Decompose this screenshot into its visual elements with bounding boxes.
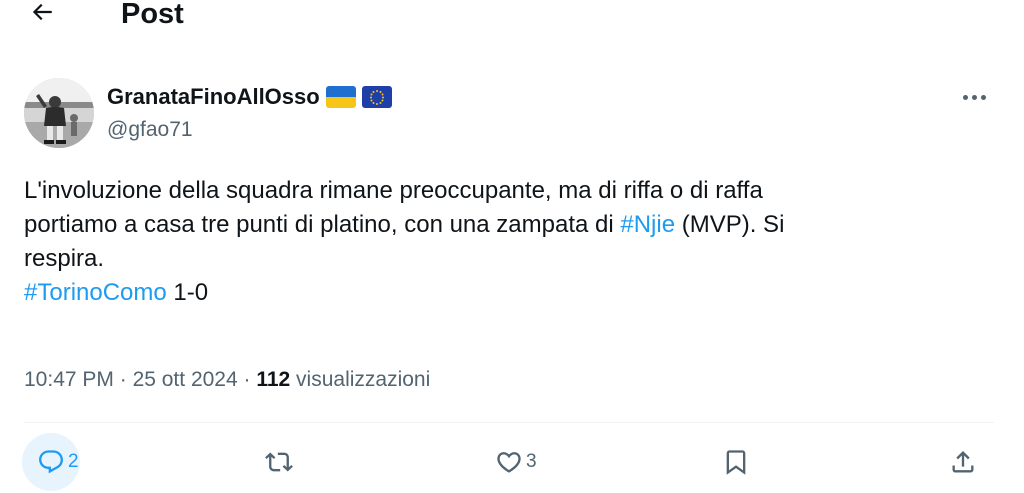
avatar[interactable] xyxy=(24,78,94,148)
dot xyxy=(971,94,977,100)
like-count: 3 xyxy=(526,450,537,472)
display-name: GranataFinoAllOsso xyxy=(107,84,320,109)
back-button[interactable] xyxy=(24,0,60,30)
more-options-button[interactable] xyxy=(954,84,994,110)
dot xyxy=(980,94,986,100)
tweet-meta: 10:47 PM · 25 ott 2024 · 112 visualizzaz… xyxy=(24,366,430,394)
tweet-text-fragment: 1-0 xyxy=(166,279,209,306)
action-bar: 2 3 xyxy=(0,430,1024,493)
hashtag-link[interactable]: #TorinoComo xyxy=(24,279,167,306)
author-name-row[interactable]: GranataFinoAllOsso xyxy=(107,84,392,110)
bookmark-button[interactable] xyxy=(707,430,765,493)
page-title: Post xyxy=(121,0,184,30)
retweet-button[interactable] xyxy=(250,430,296,493)
tweet-line: portiamo a casa tre punti di platino, co… xyxy=(24,208,994,242)
tweet-date[interactable]: 25 ott 2024 xyxy=(133,368,238,391)
dot xyxy=(962,94,968,100)
tweet-line: L'involuzione della squadra rimane preoc… xyxy=(24,177,763,204)
author-handle[interactable]: @gfao71 xyxy=(107,117,193,143)
page-header: Post xyxy=(0,0,1024,32)
hashtag-link[interactable]: #Njie xyxy=(620,211,675,238)
ukraine-flag-icon xyxy=(325,86,356,108)
arrow-left-icon xyxy=(32,3,52,21)
reply-count: 2 xyxy=(68,450,79,472)
reply-button[interactable]: 2 xyxy=(22,430,80,493)
bookmark-icon xyxy=(707,433,765,491)
tweet-text-fragment: (MVP). Si xyxy=(675,211,785,238)
eu-flag-icon xyxy=(361,86,392,108)
tweet-line: #TorinoComo 1-0 xyxy=(24,276,994,310)
divider xyxy=(24,422,994,423)
tweet-text-fragment: portiamo a casa tre punti di platino, co… xyxy=(24,211,621,238)
tweet-line: respira. xyxy=(24,245,105,272)
share-icon xyxy=(934,433,992,491)
tweet-time[interactable]: 10:47 PM xyxy=(24,368,114,391)
separator: · xyxy=(113,368,133,391)
views-label: visualizzazioni xyxy=(290,368,431,391)
views-count: 112 xyxy=(256,368,291,391)
tweet-text: L'involuzione della squadra rimane preoc… xyxy=(24,174,994,310)
share-button[interactable] xyxy=(934,430,992,493)
like-button[interactable]: 3 xyxy=(480,430,537,493)
separator: · xyxy=(237,368,257,391)
retweet-icon xyxy=(250,433,308,491)
